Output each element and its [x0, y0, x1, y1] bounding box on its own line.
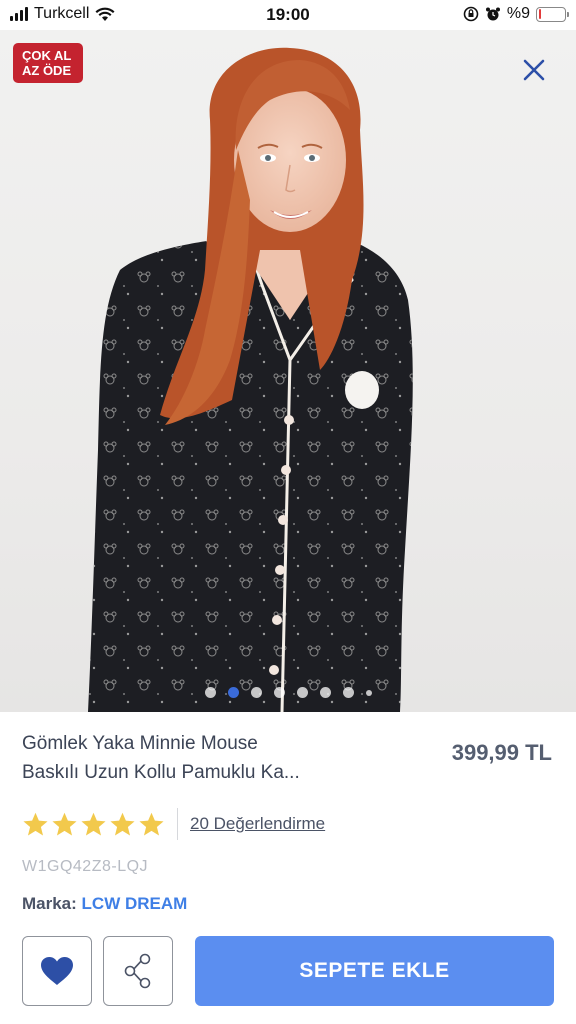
share-button[interactable] — [103, 936, 173, 1006]
product-price: 399,99 TL — [451, 740, 552, 765]
carousel-dot[interactable] — [319, 687, 331, 698]
status-bar: Turkcell 19:00 %9 — [0, 0, 576, 30]
close-icon — [523, 59, 545, 81]
carousel-dot[interactable] — [273, 687, 285, 698]
product-sku: W1GQ42Z8-LQJ — [22, 858, 149, 875]
star-icon — [23, 812, 48, 836]
brand-label: Marka: — [22, 894, 77, 913]
status-left: Turkcell — [10, 5, 115, 23]
alarm-icon — [485, 7, 500, 21]
carousel-dot[interactable] — [365, 689, 372, 696]
rating-stars — [22, 811, 165, 838]
battery-level — [538, 9, 541, 19]
promo-badge: ÇOK AL AZ ÖDE — [13, 43, 83, 83]
battery-percent: %9 — [506, 5, 530, 22]
battery-icon — [536, 6, 569, 22]
signal-icon — [10, 7, 28, 21]
star-icon — [81, 812, 106, 836]
product-image[interactable]: ÇOK AL AZ ÖDE — [0, 30, 576, 712]
promo-badge-line2: AZ ÖDE — [22, 63, 72, 78]
carousel-dot[interactable] — [227, 687, 239, 698]
carrier-name: Turkcell — [34, 5, 90, 22]
carousel-dot[interactable] — [250, 687, 262, 698]
heart-icon — [41, 957, 73, 985]
product-title-line2: Baskılı Uzun Kollu Pamuklu Ka... — [22, 762, 300, 783]
carousel-dots[interactable] — [0, 687, 576, 698]
add-to-cart-button[interactable]: SEPETE EKLE — [195, 936, 554, 1006]
star-icon — [139, 812, 164, 836]
carousel-dot[interactable] — [342, 687, 354, 698]
carousel-dot[interactable] — [204, 687, 216, 698]
orientation-lock-icon — [463, 6, 479, 22]
promo-badge-line1: ÇOK AL — [22, 48, 72, 63]
rating-divider — [177, 808, 178, 840]
product-title-line1: Gömlek Yaka Minnie Mouse — [22, 733, 258, 754]
brand-row: Marka: LCW DREAM — [22, 894, 187, 914]
product-title: Gömlek Yaka Minnie Mouse Baskılı Uzun Ko… — [22, 729, 362, 787]
carousel-dot[interactable] — [296, 687, 308, 698]
star-icon — [52, 812, 77, 836]
product-photo — [88, 47, 413, 712]
star-icon — [110, 812, 135, 836]
reviews-link[interactable]: 20 Değerlendirme — [190, 814, 325, 834]
share-icon — [124, 953, 151, 989]
close-button[interactable] — [518, 54, 550, 86]
brand-link[interactable]: LCW DREAM — [82, 894, 188, 913]
status-right: %9 — [463, 5, 569, 23]
wifi-icon — [95, 7, 115, 21]
rating-row: 20 Değerlendirme — [22, 808, 325, 840]
favorite-button[interactable] — [22, 936, 92, 1006]
